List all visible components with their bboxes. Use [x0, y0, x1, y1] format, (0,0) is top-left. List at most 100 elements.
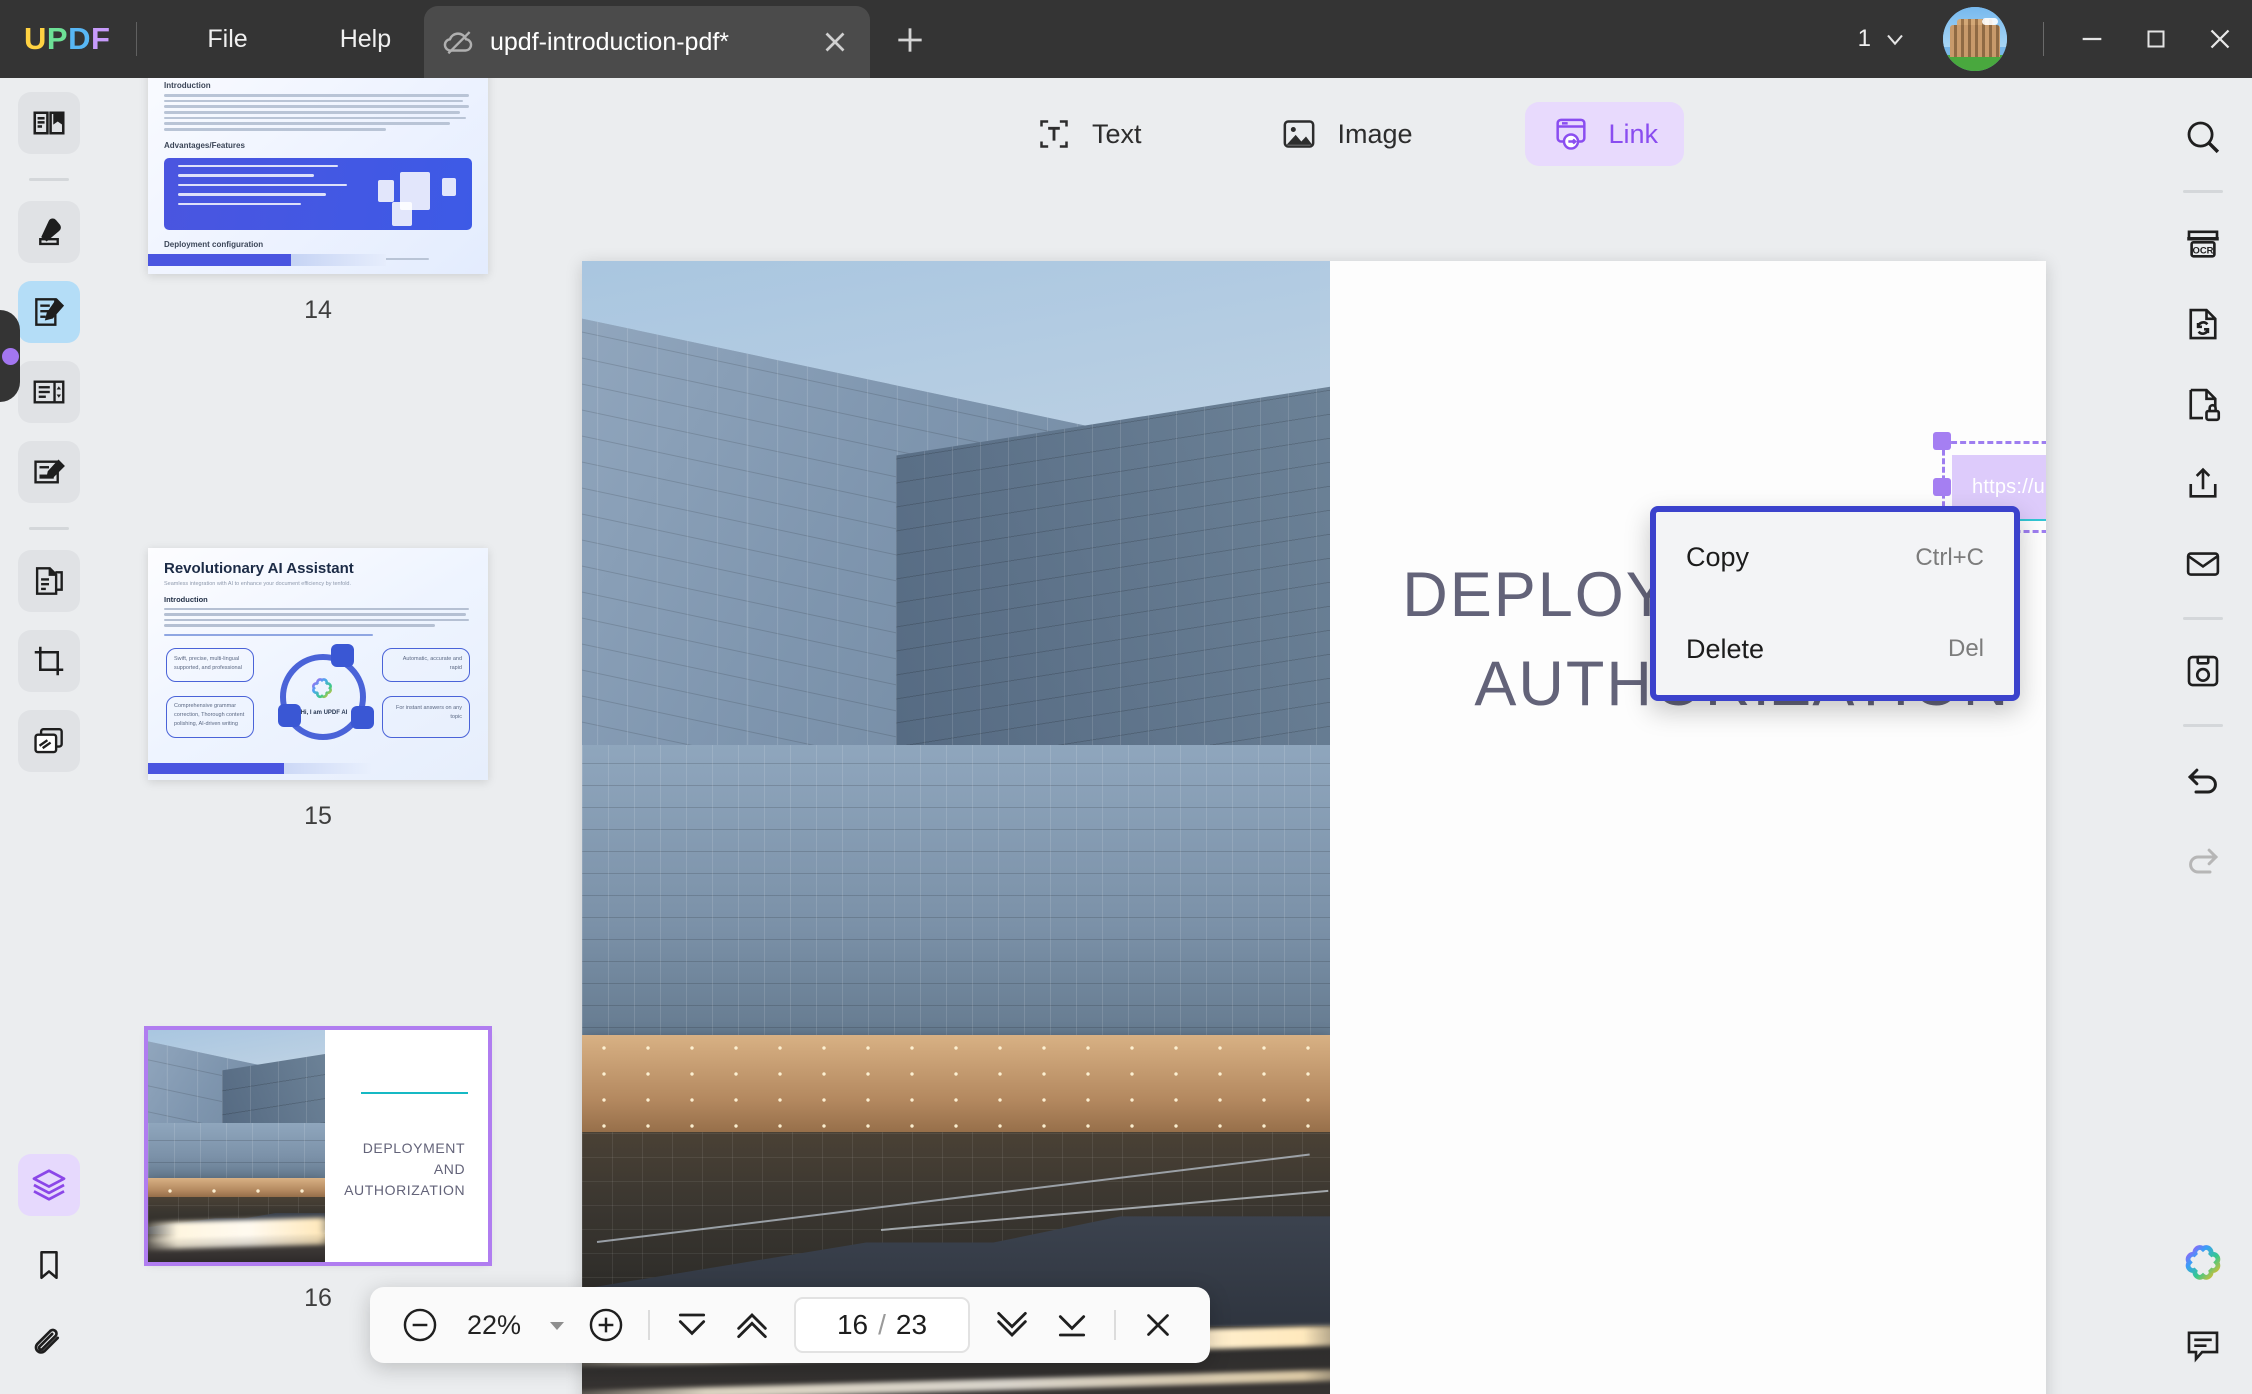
thumb15-callout-text-summarization: Automatic, accurate and rapid [402, 656, 462, 671]
sidebar-item-page-thumbnails-panel[interactable] [18, 1154, 80, 1216]
sidebar-item-batch-process[interactable] [18, 710, 80, 772]
minimize-icon[interactable] [2060, 0, 2124, 78]
sidebar-item-fill-and-sign[interactable] [18, 441, 80, 503]
avatar[interactable] [1943, 7, 2007, 71]
updf-logo: U P D F [24, 21, 110, 57]
new-tab-button[interactable] [890, 20, 930, 60]
close-icon[interactable] [2188, 0, 2252, 78]
sidebar-item-reader-mode[interactable] [18, 92, 80, 154]
thumbnail-page-16[interactable]: DEPLOYMENT AND AUTHORIZATION 16 [98, 1026, 538, 1313]
thumb16-title-side: DEPLOYMENT AND AUTHORIZATION [324, 1030, 488, 1262]
thumbnail-card-selected[interactable]: DEPLOYMENT AND AUTHORIZATION [144, 1026, 492, 1266]
link-url-text: https://updf.com/organize-pdf/replace-pd… [1972, 475, 2046, 498]
thumbnail-card[interactable]: Revolutionary AI Assistant Seamless inte… [148, 548, 488, 780]
page-viewport[interactable]: https://updf.com/organize-pdf/replace-pd… [538, 190, 2154, 1394]
cloud-off-icon [442, 25, 476, 59]
last-page-button[interactable] [1044, 1297, 1100, 1353]
maximize-icon[interactable] [2124, 0, 2188, 78]
share-upload-icon[interactable] [2172, 453, 2234, 515]
thumb15-callout-text-translation: Swift, precise, multi-lingual supported,… [174, 656, 242, 671]
ocr-icon[interactable]: OCR [2172, 213, 2234, 275]
menu-file[interactable]: File [181, 19, 273, 60]
tool-link[interactable]: Link [1524, 102, 1685, 166]
current-page-value: 16 [836, 1309, 869, 1340]
context-menu[interactable]: Copy Ctrl+C Delete Del [1650, 506, 2020, 701]
context-menu-delete-label: Delete [1686, 633, 1765, 664]
zoom-out-button[interactable] [392, 1297, 448, 1353]
thumb15-title: Revolutionary AI Assistant [164, 560, 354, 577]
context-menu-item-delete[interactable]: Delete Del [1656, 604, 2014, 696]
rail-divider-2 [2183, 617, 2223, 620]
page-number-field[interactable]: 16 / 23 [794, 1297, 970, 1353]
panel-collapse-handle[interactable] [0, 310, 20, 402]
zoom-level-label[interactable]: 22% [452, 1310, 536, 1341]
titlebar-divider [136, 22, 138, 56]
thumb16-title-line2: AUTHORIZATION [344, 1182, 466, 1198]
thumb15-accent-bar [148, 763, 488, 774]
ai-clover-icon[interactable] [2172, 1234, 2234, 1296]
file-sync-icon[interactable] [2172, 293, 2234, 355]
thumb14-accent-bar [148, 254, 488, 266]
thumb16-title: DEPLOYMENT AND AUTHORIZATION [335, 1138, 479, 1201]
context-menu-copy-shortcut: Ctrl+C [1915, 543, 1984, 571]
caret-down-icon[interactable] [540, 1297, 574, 1353]
sidebar-item-convert-pdf[interactable] [18, 550, 80, 612]
menu-help[interactable]: Help [314, 19, 417, 60]
page-thumbnail-pane[interactable]: Powerful PDF Converter Fast multiformat … [98, 78, 538, 1394]
edit-toolbar: Text Image Link [538, 78, 2154, 190]
tool-link-label: Link [1608, 118, 1659, 149]
previous-page-button[interactable] [724, 1297, 780, 1353]
sidebar-item-attachments-panel[interactable] [18, 1314, 80, 1376]
page-navigation-toolbar[interactable]: 22% 16 / 23 [370, 1287, 1210, 1363]
first-page-button[interactable] [664, 1297, 720, 1353]
envelope-icon[interactable] [2172, 533, 2234, 595]
thumbnail-page-14[interactable]: Powerful PDF Converter Fast multiformat … [98, 78, 538, 325]
resize-handle-nw[interactable] [1933, 432, 1951, 450]
link-tool-icon [1551, 114, 1591, 154]
sidebar-item-organize-pages[interactable] [18, 361, 80, 423]
thumbnail-card[interactable]: Powerful PDF Converter Fast multiformat … [148, 78, 488, 274]
tool-text[interactable]: Text [1008, 102, 1168, 166]
redo-arrow-icon[interactable] [2172, 827, 2234, 889]
zoom-in-button[interactable] [578, 1297, 634, 1353]
logo-letter-1: P [46, 21, 69, 56]
context-menu-item-copy[interactable]: Copy Ctrl+C [1656, 512, 2014, 604]
sidebar-item-edit-pdf[interactable] [18, 281, 80, 343]
thumb14-heading-1: Introduction [164, 81, 211, 90]
search-icon[interactable] [2172, 106, 2234, 168]
undo-arrow-icon[interactable] [2172, 747, 2234, 809]
image-tool-icon [1279, 114, 1319, 154]
thumb14-feature-box [164, 157, 472, 230]
thumb15-subtitle: Seamless integration with AI to enhance … [164, 581, 352, 587]
floppy-save-icon[interactable] [2172, 640, 2234, 702]
logo-letter-3: F [90, 21, 111, 56]
sidebar-item-annotate[interactable] [18, 201, 80, 263]
thumbnail-page-15[interactable]: Revolutionary AI Assistant Seamless inte… [98, 548, 538, 831]
tool-image[interactable]: Image [1253, 102, 1438, 166]
tab-title: updf-introduction-pdf* [490, 27, 730, 56]
document-page[interactable]: https://updf.com/organize-pdf/replace-pd… [582, 261, 2046, 1394]
main-content-area: Text Image Link https://u DEPLOYMENT Cop… [538, 78, 2154, 1394]
file-lock-icon[interactable] [2172, 373, 2234, 435]
context-menu-delete-shortcut: Del [1947, 635, 1984, 663]
sidebar-item-crop-pages[interactable] [18, 630, 80, 692]
resize-handle-w[interactable] [1933, 478, 1951, 496]
window-count-selector[interactable]: 1 [1858, 25, 1909, 53]
next-page-button[interactable] [984, 1297, 1040, 1353]
thumb16-teal-rule [360, 1092, 469, 1094]
tab-close-icon[interactable] [818, 25, 852, 59]
tool-image-label: Image [1337, 118, 1413, 149]
title-bar: U P D F File Help updf-introduction-pdf* [0, 0, 2252, 78]
close-navigation-toolbar-button[interactable] [1130, 1297, 1186, 1353]
application-body: Powerful PDF Converter Fast multiformat … [0, 78, 2252, 1394]
comment-bubble-icon[interactable] [2172, 1314, 2234, 1376]
sidebar-item-bookmarks-panel[interactable] [18, 1234, 80, 1296]
text-tool-icon [1034, 114, 1074, 154]
thumb15-callout-text-chat: For instant answers on any topic [395, 705, 462, 720]
menu-bar: File Help [181, 19, 417, 60]
document-tab[interactable]: updf-introduction-pdf* [424, 6, 870, 78]
updf-application-window: U P D F File Help updf-introduction-pdf* [0, 0, 2252, 1394]
window-count-label: 1 [1857, 25, 1871, 52]
thumb14-heading-3: Deployment configuration [164, 239, 264, 249]
page-separator: / [878, 1309, 886, 1340]
